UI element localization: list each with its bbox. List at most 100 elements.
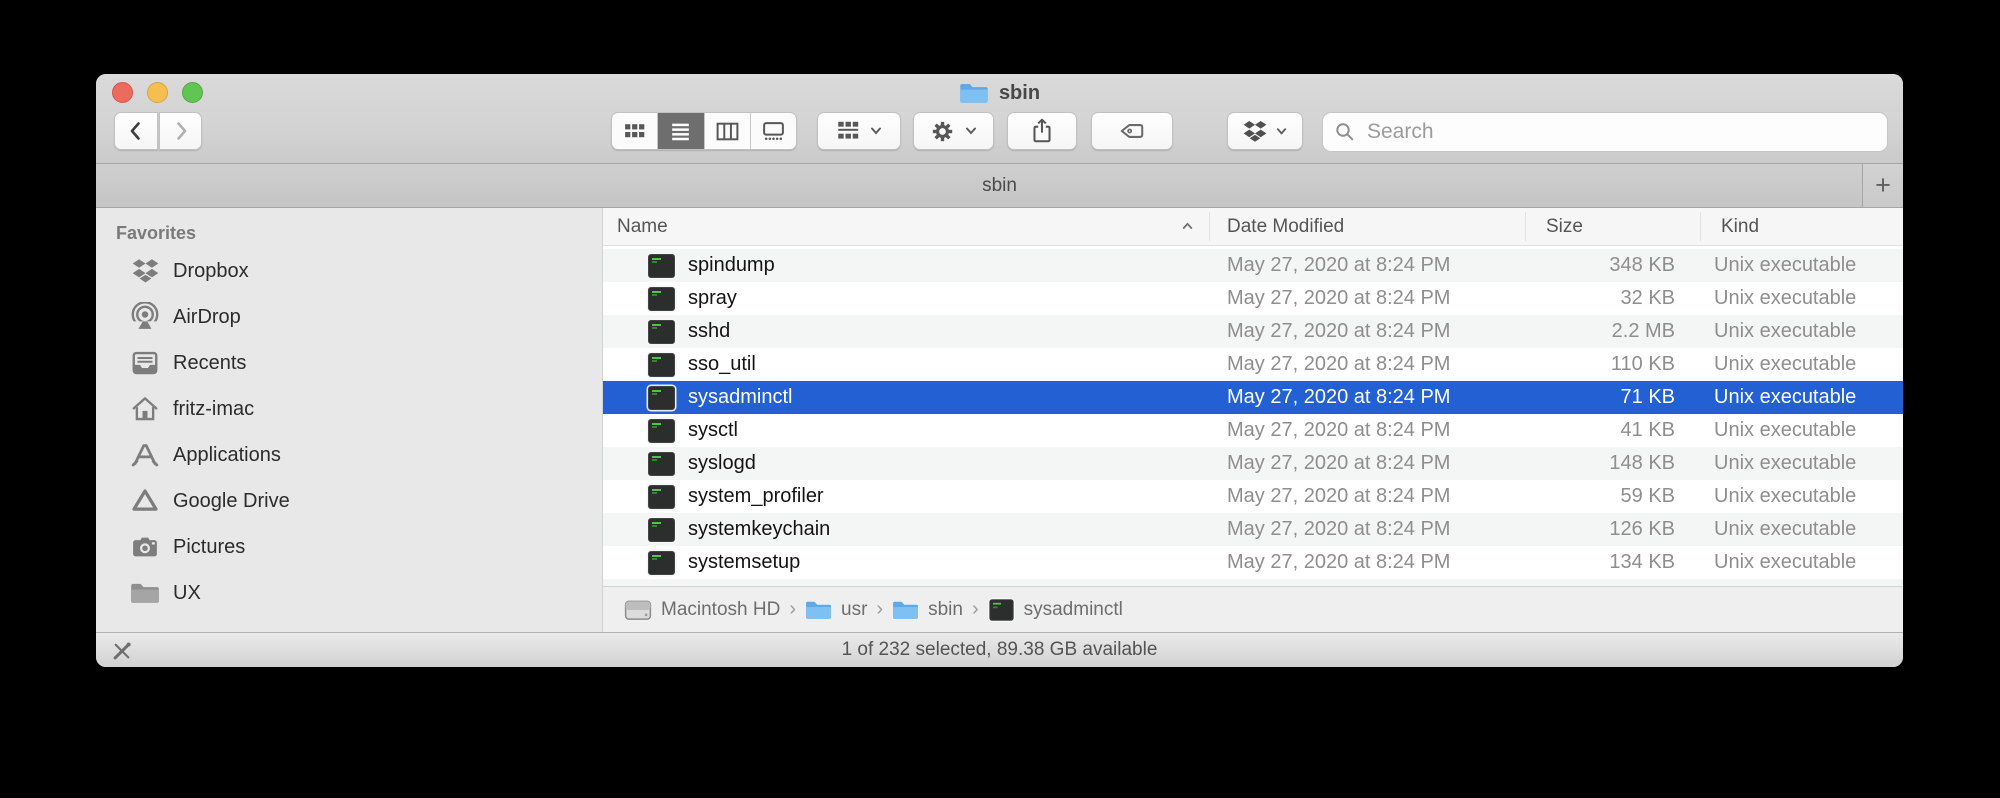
path-separator: ›: [876, 598, 884, 620]
status-text: 1 of 232 selected, 89.38 GB available: [841, 639, 1158, 660]
view-switcher: [611, 112, 797, 150]
sidebar-item-label: Pictures: [173, 535, 246, 558]
table-row[interactable]: system_profiler May 27, 2020 at 8:24 PM …: [603, 480, 1903, 513]
table-row[interactable]: sshd May 27, 2020 at 8:24 PM 2.2 MB Unix…: [603, 315, 1903, 348]
gallery-view-button[interactable]: [749, 113, 796, 149]
status-bar: 1 of 232 selected, 89.38 GB available: [96, 632, 1903, 667]
dropbox-icon: [1243, 120, 1266, 142]
action-button[interactable]: [913, 112, 994, 150]
path-item-usr[interactable]: usr: [805, 599, 867, 621]
title-bar[interactable]: sbin: [96, 74, 1903, 112]
sidebar-item-google-drive[interactable]: Google Drive: [96, 478, 602, 524]
path-separator: ›: [789, 598, 796, 620]
group-button[interactable]: [817, 112, 901, 150]
toolbar: [96, 112, 1903, 164]
search-input[interactable]: [1322, 112, 1888, 152]
table-row[interactable]: sysctl May 27, 2020 at 8:24 PM 41 KB Uni…: [603, 414, 1903, 447]
home-icon: [132, 397, 158, 421]
path-separator: ›: [971, 598, 979, 620]
unix-executable-icon: [648, 517, 675, 542]
forward-button[interactable]: [159, 112, 202, 150]
sidebar-item-fritz-imac[interactable]: fritz-imac: [96, 386, 602, 432]
table-row[interactable]: spray May 27, 2020 at 8:24 PM 32 KB Unix…: [603, 282, 1903, 315]
unix-executable-icon: [648, 418, 675, 443]
sidebar-item-pictures[interactable]: Pictures: [96, 524, 602, 570]
applications-icon: [131, 444, 159, 467]
list-view-button[interactable]: [657, 113, 704, 149]
column-view-button[interactable]: [703, 113, 750, 149]
sidebar-item-airdrop[interactable]: AirDrop: [96, 294, 602, 340]
zoom-button[interactable]: [182, 82, 203, 103]
sidebar-item-label: Dropbox: [173, 259, 249, 282]
table-row-partial: [603, 579, 1903, 586]
path-bar: Macintosh HD › usr › sbin › sysadminctl: [603, 586, 1903, 632]
sidebar-item-label: AirDrop: [173, 305, 241, 328]
table-row[interactable]: sso_util May 27, 2020 at 8:24 PM 110 KB …: [603, 348, 1903, 381]
chevron-down-icon: [871, 127, 881, 135]
sidebar-item-label: Google Drive: [173, 489, 290, 512]
sidebar-item-label: fritz-imac: [173, 397, 255, 420]
list-view-icon: [672, 123, 690, 140]
unix-executable-icon: [988, 598, 1014, 621]
file-rows: spindump May 27, 2020 at 8:24 PM 348 KB …: [603, 246, 1903, 586]
new-tab-button[interactable]: +: [1862, 164, 1903, 207]
sidebar-item-label: Applications: [173, 443, 281, 466]
sidebar-item-recents[interactable]: Recents: [96, 340, 602, 386]
table-row[interactable]: systemsetup May 27, 2020 at 8:24 PM 134 …: [603, 546, 1903, 579]
unix-executable-icon: [648, 385, 675, 410]
tab-sbin[interactable]: sbin: [982, 175, 1017, 197]
search-field-wrap: [1322, 112, 1888, 152]
tag-button[interactable]: [1091, 112, 1173, 150]
sidebar-item-applications[interactable]: Applications: [96, 432, 602, 478]
table-row[interactable]: systemkeychain May 27, 2020 at 8:24 PM 1…: [603, 513, 1903, 546]
unix-executable-icon: [648, 550, 675, 575]
window-title-group: sbin: [959, 81, 1040, 105]
close-button[interactable]: [112, 82, 133, 103]
group-by-icon: [838, 121, 859, 139]
finder-window: sbin Search sbin + Favorites Dropbox Air…: [96, 74, 1903, 667]
column-header-kind[interactable]: Kind: [1721, 208, 1759, 245]
unix-executable-icon: [648, 286, 675, 311]
sidebar-item-dropbox[interactable]: Dropbox: [96, 248, 602, 294]
sidebar-item-label: UX: [173, 581, 201, 604]
chevron-right-icon: [176, 122, 186, 140]
sort-ascending-icon: [1182, 222, 1193, 230]
table-row-selected[interactable]: sysadminctl May 27, 2020 at 8:24 PM 71 K…: [603, 381, 1903, 414]
tag-icon: [1120, 124, 1144, 138]
table-row[interactable]: spindump May 27, 2020 at 8:24 PM 348 KB …: [603, 249, 1903, 282]
recents-icon: [132, 351, 158, 375]
window-title: sbin: [998, 81, 1041, 104]
column-header-size[interactable]: Size: [1546, 208, 1583, 245]
unix-executable-icon: [648, 253, 675, 278]
google-drive-icon: [132, 489, 158, 511]
folder-icon: [131, 583, 159, 603]
sidebar-item-ux[interactable]: UX: [96, 570, 602, 616]
folder-icon: [960, 83, 988, 103]
gear-icon: [932, 121, 953, 141]
list-header: Name Date Modified Size Kind: [603, 208, 1903, 246]
icon-view-button[interactable]: [612, 113, 657, 149]
path-item-sbin[interactable]: sbin: [892, 599, 963, 621]
column-header-date-modified[interactable]: Date Modified: [1227, 208, 1344, 245]
share-icon: [1033, 118, 1051, 143]
sidebar: Favorites Dropbox AirDrop Recents fritz-…: [96, 208, 603, 632]
path-item-macintosh-hd[interactable]: Macintosh HD: [624, 598, 780, 622]
column-header-name[interactable]: Name: [617, 208, 668, 245]
back-button[interactable]: [114, 112, 158, 150]
unix-executable-icon: [648, 451, 675, 476]
minimize-button[interactable]: [147, 82, 168, 103]
gallery-view-icon: [763, 121, 784, 140]
dropbox-icon: [132, 259, 158, 283]
file-list-area: Name Date Modified Size Kind spindump Ma…: [603, 208, 1903, 632]
path-item-sysadminctl[interactable]: sysadminctl: [988, 598, 1123, 622]
dropbox-button[interactable]: [1227, 112, 1303, 150]
chevron-down-icon: [966, 127, 976, 135]
unix-executable-icon: [648, 319, 675, 344]
column-view-icon: [716, 122, 739, 140]
share-button[interactable]: [1007, 112, 1077, 150]
grid-view-icon: [625, 123, 645, 137]
search-icon: [1336, 123, 1354, 141]
table-row[interactable]: syslogd May 27, 2020 at 8:24 PM 148 KB U…: [603, 447, 1903, 480]
chevron-down-icon: [1276, 127, 1286, 135]
hard-drive-icon: [624, 600, 652, 620]
